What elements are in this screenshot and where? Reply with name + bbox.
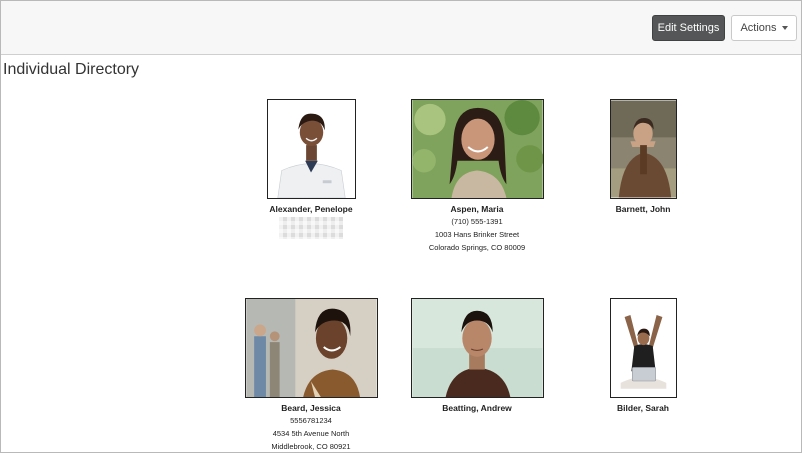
person-name[interactable]: Alexander, Penelope bbox=[246, 204, 376, 214]
person-photo[interactable] bbox=[266, 99, 356, 199]
directory-card[interactable]: Beard, Jessica 5556781234 4534 5th Avenu… bbox=[236, 298, 386, 452]
person-photo[interactable] bbox=[609, 99, 677, 199]
edit-settings-label: Edit Settings bbox=[657, 22, 720, 34]
person-name[interactable]: Beatting, Andrew bbox=[397, 403, 557, 413]
person-phone: 5556781234 bbox=[290, 416, 332, 425]
actions-dropdown-button[interactable]: Actions bbox=[731, 15, 797, 41]
person-city: Colorado Springs, CO 80009 bbox=[428, 243, 526, 252]
directory-card[interactable]: Alexander, Penelope bbox=[246, 99, 376, 239]
page-title: Individual Directory bbox=[3, 61, 140, 78]
person-street: 4534 5th Avenue North bbox=[272, 429, 350, 438]
directory-card[interactable]: Aspen, Maria (710) 555-1391 1003 Hans Br… bbox=[397, 99, 557, 253]
person-photo-image bbox=[267, 100, 355, 198]
person-photo[interactable] bbox=[244, 298, 378, 398]
person-name[interactable]: Aspen, Maria bbox=[397, 204, 557, 214]
person-photo[interactable] bbox=[410, 99, 544, 199]
person-street: 1003 Hans Brinker Street bbox=[434, 230, 520, 239]
person-photo-image bbox=[610, 100, 676, 198]
person-photo-image bbox=[245, 299, 377, 397]
person-name[interactable]: Barnett, John bbox=[597, 204, 689, 214]
edit-settings-button[interactable]: Edit Settings bbox=[652, 15, 725, 41]
person-photo[interactable] bbox=[410, 298, 544, 398]
redacted-contact-info bbox=[279, 217, 343, 239]
person-phone: (710) 555-1391 bbox=[451, 217, 503, 226]
directory-card[interactable]: Beatting, Andrew bbox=[397, 298, 557, 413]
actions-label: Actions bbox=[740, 22, 777, 34]
app-window: Edit Settings Actions Individual Directo… bbox=[0, 0, 802, 453]
directory-card[interactable]: Bilder, Sarah bbox=[597, 298, 689, 413]
caret-down-icon bbox=[781, 26, 788, 30]
person-name[interactable]: Beard, Jessica bbox=[236, 403, 386, 413]
toolbar: Edit Settings Actions bbox=[1, 1, 801, 55]
person-photo-image bbox=[610, 299, 676, 397]
person-photo-image bbox=[411, 100, 543, 198]
person-city: Middlebrook, CO 80921 bbox=[271, 442, 351, 451]
person-photo[interactable] bbox=[609, 298, 677, 398]
directory-card[interactable]: Barnett, John bbox=[597, 99, 689, 214]
person-photo-image bbox=[411, 299, 543, 397]
person-name[interactable]: Bilder, Sarah bbox=[597, 403, 689, 413]
